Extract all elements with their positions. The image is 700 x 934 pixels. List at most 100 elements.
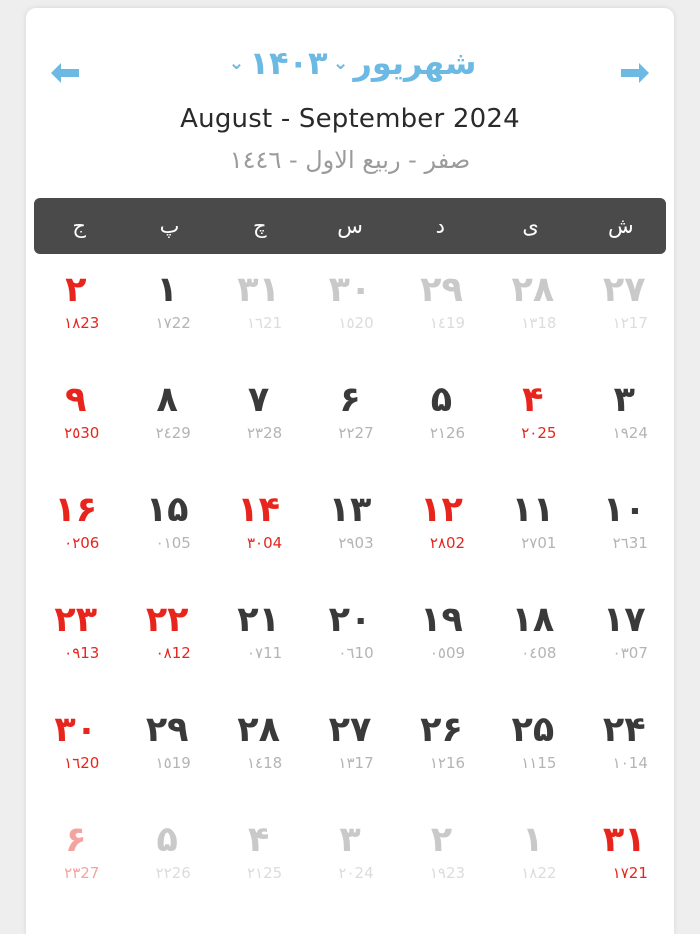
gregorian-day-number: 19 [445,314,466,332]
day-cell[interactable]: ۲ ١٩23 [396,804,487,914]
hijri-day-number: ١٤ [429,314,446,332]
day-cell[interactable]: ۱۷ ٠٣07 [579,584,670,694]
gregorian-day-number: 23 [80,314,100,332]
year-chevron-down-icon[interactable]: ⌄ [229,52,245,74]
day-cell[interactable]: ۲۸ ١٤18 [213,694,304,804]
year-selector[interactable]: ۱۴۰۳ [249,44,327,82]
day-cell[interactable]: ۲۰ ٠٦10 [304,584,395,694]
persian-day-number: ۲۲ [145,600,189,640]
day-cell[interactable]: ۲۹ ١٥19 [121,694,212,804]
day-cell[interactable]: ۳۱ ١٦21 [213,254,304,364]
day-cell[interactable]: ۲۷ ١٢17 [579,254,670,364]
day-cell[interactable]: ۳ ١٩24 [579,364,670,474]
hijri-day-number: ١٥ [155,754,172,772]
day-cell[interactable]: ۱۰ ٢٦31 [579,474,670,584]
gregorian-day-number: 09 [445,644,466,662]
day-cell[interactable]: ۱۲ ٢٨02 [396,474,487,584]
day-cell[interactable]: ۵ ٢٢26 [121,804,212,914]
secondary-dates: ١٠14 [579,754,670,772]
day-cell[interactable]: ۱ ١٨22 [487,804,578,914]
gregorian-day-number: 13 [80,644,100,662]
persian-day-number: ۱۳ [328,490,372,530]
secondary-dates: ١٧22 [121,314,212,332]
day-cell[interactable]: ۲۱ ٠٧11 [213,584,304,694]
day-cell[interactable]: ۳۱ ١٧21 [579,804,670,914]
day-cell[interactable]: ۹ ٢٥30 [30,364,121,474]
gregorian-day-number: 25 [263,864,283,882]
day-cell[interactable]: ۴ ٢٠25 [487,364,578,474]
gregorian-day-number: 22 [537,864,557,882]
month-name-selector[interactable]: شهریور [353,44,476,82]
secondary-dates: ١٦21 [213,314,304,332]
day-cell[interactable]: ۴ ٢١25 [213,804,304,914]
day-cell[interactable]: ۲۵ ١١15 [487,694,578,804]
day-cell[interactable]: ۱۸ ٠٤08 [487,584,578,694]
persian-day-number: ۳۱ [602,820,646,860]
gregorian-day-number: 11 [263,644,283,662]
day-cell[interactable]: ۲۹ ١٤19 [396,254,487,364]
persian-day-number: ۲۷ [602,270,646,310]
persian-day-number: ۷ [247,380,270,420]
day-cell[interactable]: ۱۱ ٢٧01 [487,474,578,584]
persian-day-number: ۲ [430,820,453,860]
persian-day-number: ۲۳ [54,600,98,640]
weekday-header-shanbe: ش [608,214,634,238]
hijri-day-number: ٢٣ [64,864,81,882]
secondary-dates: ١٣17 [304,754,395,772]
day-cell[interactable]: ۶ ٢٣27 [30,804,121,914]
day-cell[interactable]: ۱۹ ٠٥09 [396,584,487,694]
weekday-header-doshanbe: د [435,214,445,238]
day-cell[interactable]: ۸ ٢٤29 [121,364,212,474]
secondary-dates: ٠٣07 [579,644,670,662]
day-cell[interactable]: ۳۰ ١٥20 [304,254,395,364]
day-cell[interactable]: ۱ ١٧22 [121,254,212,364]
persian-month-year-title: شهریور⌄۱۴۰۳⌄ [26,44,674,82]
hijri-date-range: صفر - ربیع الاول - ١٤٤٦ [229,146,471,174]
day-cell[interactable]: ۷ ٢٣28 [213,364,304,474]
day-cell[interactable]: ۱۵ ٠١05 [121,474,212,584]
day-cell[interactable]: ۲۴ ١٠14 [579,694,670,804]
day-cell[interactable]: ۲۷ ١٣17 [304,694,395,804]
gregorian-day-number: 27 [354,424,374,442]
hijri-day-number: ١٦ [64,754,81,772]
day-cell[interactable]: ۲۶ ١٢16 [396,694,487,804]
secondary-dates: ٢١26 [396,424,487,442]
persian-day-number: ۲۷ [328,710,372,750]
day-cell[interactable]: ۳۰ ١٦20 [30,694,121,804]
secondary-dates: ٢٤29 [121,424,212,442]
persian-day-number: ۳ [613,380,635,420]
hijri-day-number: ١٧ [155,314,172,332]
day-cell[interactable]: ۳ ٢٠24 [304,804,395,914]
secondary-dates: ١٩24 [579,424,670,442]
weekday-header-seshanbe: س [337,214,363,238]
month-chevron-down-icon[interactable]: ⌄ [333,52,349,74]
hijri-day-number: ١٤ [246,754,264,772]
secondary-dates: ٢٣28 [213,424,304,442]
day-cell[interactable]: ۵ ٢١26 [396,364,487,474]
hijri-day-number: ١٣ [521,314,538,332]
day-cell[interactable]: ۲ ١٨23 [30,254,121,364]
hijri-day-number: ٠٢ [64,534,81,552]
day-cell[interactable]: ۱۶ ٠٢06 [30,474,121,584]
gregorian-day-number: 06 [80,534,100,552]
hijri-day-number: ٢٠ [521,424,538,442]
hijri-day-number: ١٥ [338,314,355,332]
day-cell[interactable]: ۲۲ ٠٨12 [121,584,212,694]
secondary-dates: ٠١05 [121,534,212,552]
secondary-dates: ٢٢27 [304,424,395,442]
day-cell[interactable]: ۲۸ ١٣18 [487,254,578,364]
next-month-arrow-icon[interactable] [612,54,658,94]
secondary-dates: ٠٥09 [396,644,487,662]
hijri-day-number: ١٩ [612,424,629,442]
persian-day-number: ۱ [156,270,178,310]
hijri-day-number: ٢٤ [155,424,172,442]
persian-day-number: ۱۹ [420,600,463,640]
gregorian-day-number: 03 [354,534,374,552]
gregorian-day-number: 24 [354,864,374,882]
gregorian-day-number: 18 [263,754,283,772]
day-cell[interactable]: ۱۳ ٢٩03 [304,474,395,584]
day-cell[interactable]: ۲۳ ٠٩13 [30,584,121,694]
persian-day-number: ۹ [65,380,87,420]
day-cell[interactable]: ۱۴ ٣٠04 [213,474,304,584]
day-cell[interactable]: ۶ ٢٢27 [304,364,395,474]
